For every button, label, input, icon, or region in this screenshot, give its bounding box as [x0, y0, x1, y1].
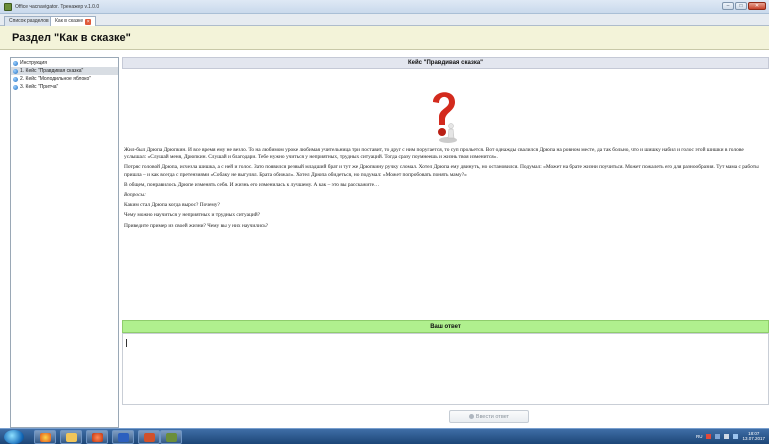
- media-taskbar-icon[interactable]: [86, 430, 108, 444]
- tab-close-icon[interactable]: ×: [85, 18, 92, 25]
- case-panel: Кейс "Правдивая сказка" Жил-был Дрюпа Др…: [122, 57, 769, 428]
- sidebar-item-instruction[interactable]: Инструкция: [11, 59, 118, 67]
- answer-heading: Ваш ответ: [122, 320, 769, 333]
- close-icon[interactable]: ✕: [748, 2, 766, 10]
- case-title: Кейс "Правдивая сказка": [122, 57, 769, 69]
- browser-taskbar-icon[interactable]: [34, 430, 56, 444]
- sidebar-item-label: Инструкция: [20, 60, 47, 66]
- tab-label: Список разделов: [9, 18, 49, 24]
- system-tray: RU 18:07 13.07.2017: [696, 431, 765, 441]
- text-caret: [126, 339, 127, 347]
- tray-app-icon[interactable]: [706, 433, 712, 439]
- clock-date: 13.07.2017: [742, 436, 765, 441]
- section-header: Раздел "Как в сказке": [0, 26, 769, 50]
- word-taskbar-icon[interactable]: [112, 430, 134, 444]
- section-title: Раздел "Как в сказке": [12, 31, 131, 44]
- submit-icon: [468, 414, 474, 419]
- sidebar-item-label: 2. Кейс "Молодильное яблоко": [20, 76, 92, 82]
- question-item: Каким стал Дрюпа когда вырос? Почему?: [124, 202, 220, 209]
- sidebar-item-case-1[interactable]: 1. Кейс "Правдивая сказка": [11, 67, 118, 75]
- language-indicator[interactable]: RU: [696, 434, 703, 439]
- sidebar-item-case-3[interactable]: 3. Кейс "Притча": [11, 83, 118, 91]
- tab-sections-list[interactable]: Список разделов: [4, 16, 54, 26]
- tray-volume-icon[interactable]: [724, 433, 730, 439]
- powerpoint-taskbar-icon[interactable]: [138, 430, 160, 444]
- case-text: Жил-был Дрюпа Дрюпкин. И все время ему н…: [124, 147, 766, 233]
- story-paragraph: В общем, понравилось Дрюпе изменять себя…: [124, 181, 380, 188]
- window-titlebar: Office часnavigator. Тренажер v.1.0.0 – …: [0, 0, 769, 14]
- tray-flag-icon[interactable]: [733, 433, 739, 439]
- submit-answer-button[interactable]: Ввести ответ: [449, 410, 529, 423]
- submit-label: Ввести ответ: [475, 413, 510, 420]
- questions-heading: Вопросы:: [124, 192, 146, 199]
- story-paragraph: Жил-был Дрюпа Дрюпкин. И все время ему н…: [124, 147, 744, 161]
- sidebar-item-case-2[interactable]: 2. Кейс "Молодильное яблоко": [11, 75, 118, 83]
- sidebar: Инструкция 1. Кейс "Правдивая сказка" 2.…: [10, 57, 119, 428]
- answer-textarea[interactable]: [122, 333, 769, 405]
- window-controls: – □ ✕: [722, 2, 766, 10]
- app-icon: [4, 2, 12, 11]
- info-bullet-icon: [13, 60, 18, 66]
- tab-label: Как в сказке: [55, 18, 84, 24]
- case-bullet-icon: [13, 76, 18, 82]
- tab-kak-v-skazke[interactable]: Как в сказке ×: [50, 16, 97, 26]
- story-paragraph: Потряс головой Дрюпа, исчезла шишка, а с…: [124, 164, 759, 178]
- tray-network-icon[interactable]: [715, 433, 721, 439]
- question-item: Приведите пример из своей жизни? Чему вы…: [124, 222, 269, 229]
- taskbar: RU 18:07 13.07.2017: [0, 428, 769, 444]
- start-button-icon[interactable]: [4, 430, 24, 444]
- tab-bar: Список разделов Как в сказке ×: [0, 14, 769, 26]
- app-taskbar-icon[interactable]: [160, 430, 182, 444]
- question-item: Чему можно научиться у неприятных и труд…: [124, 212, 261, 219]
- folder-taskbar-icon[interactable]: [60, 430, 82, 444]
- sidebar-item-label: 1. Кейс "Правдивая сказка": [20, 68, 84, 74]
- clock[interactable]: 18:07 13.07.2017: [742, 431, 765, 441]
- sidebar-item-label: 3. Кейс "Притча": [20, 84, 59, 90]
- case-bullet-icon: [13, 68, 18, 74]
- maximize-icon[interactable]: □: [735, 2, 747, 10]
- window-title: Office часnavigator. Тренажер v.1.0.0: [15, 3, 100, 10]
- minimize-icon[interactable]: –: [722, 2, 734, 10]
- case-bullet-icon: [13, 84, 18, 90]
- question-mark-icon: [433, 92, 457, 143]
